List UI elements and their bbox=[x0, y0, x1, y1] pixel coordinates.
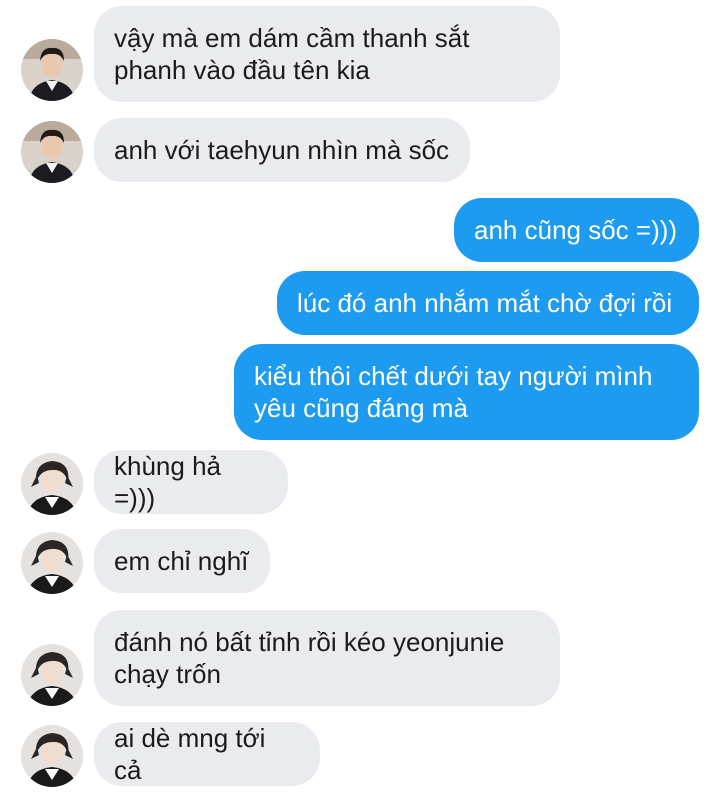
message-bubble-outgoing[interactable]: lúc đó anh nhắm mắt chờ đợi rồi bbox=[277, 271, 699, 335]
message-bubble-incoming[interactable]: anh với taehyun nhìn mà sốc bbox=[94, 118, 470, 182]
chat-thread[interactable]: vậy mà em dám cầm thanh sắt phanh vào đầ… bbox=[0, 0, 720, 792]
profile-photo-icon bbox=[21, 644, 83, 706]
avatar-contact-b[interactable] bbox=[21, 725, 83, 787]
message-bubble-incoming[interactable]: em chỉ nghĩ bbox=[94, 529, 270, 593]
message-bubble-outgoing[interactable]: kiểu thôi chết dưới tay người mình yêu c… bbox=[234, 344, 699, 440]
message-bubble-outgoing[interactable]: anh cũng sốc =))) bbox=[454, 198, 699, 262]
profile-photo-icon bbox=[21, 121, 83, 183]
profile-photo-icon bbox=[21, 39, 83, 101]
avatar-contact-a[interactable] bbox=[21, 121, 83, 183]
message-text: anh với taehyun nhìn mà sốc bbox=[114, 135, 450, 165]
profile-photo-icon bbox=[21, 453, 83, 515]
avatar-contact-b[interactable] bbox=[21, 453, 83, 515]
avatar-contact-b[interactable] bbox=[21, 532, 83, 594]
message-text: khùng hả =))) bbox=[114, 451, 221, 513]
message-text: đánh nó bất tỉnh rồi kéo yeonjunie chạy … bbox=[114, 627, 505, 689]
message-text: anh cũng sốc =))) bbox=[474, 215, 678, 245]
message-bubble-incoming[interactable]: đánh nó bất tỉnh rồi kéo yeonjunie chạy … bbox=[94, 610, 560, 706]
message-text: em chỉ nghĩ bbox=[114, 546, 249, 576]
message-text: vậy mà em dám cầm thanh sắt phanh vào đầ… bbox=[114, 23, 470, 85]
message-bubble-incoming[interactable]: vậy mà em dám cầm thanh sắt phanh vào đầ… bbox=[94, 6, 560, 102]
message-text: ai dè mng tới cả bbox=[114, 723, 266, 785]
message-bubble-incoming[interactable]: ai dè mng tới cả bbox=[94, 722, 320, 786]
profile-photo-icon bbox=[21, 532, 83, 594]
message-text: lúc đó anh nhắm mắt chờ đợi rồi bbox=[297, 288, 673, 318]
avatar-contact-a[interactable] bbox=[21, 39, 83, 101]
message-text: kiểu thôi chết dưới tay người mình yêu c… bbox=[254, 361, 653, 423]
avatar-contact-b[interactable] bbox=[21, 644, 83, 706]
message-bubble-incoming[interactable]: khùng hả =))) bbox=[94, 450, 288, 514]
profile-photo-icon bbox=[21, 725, 83, 787]
